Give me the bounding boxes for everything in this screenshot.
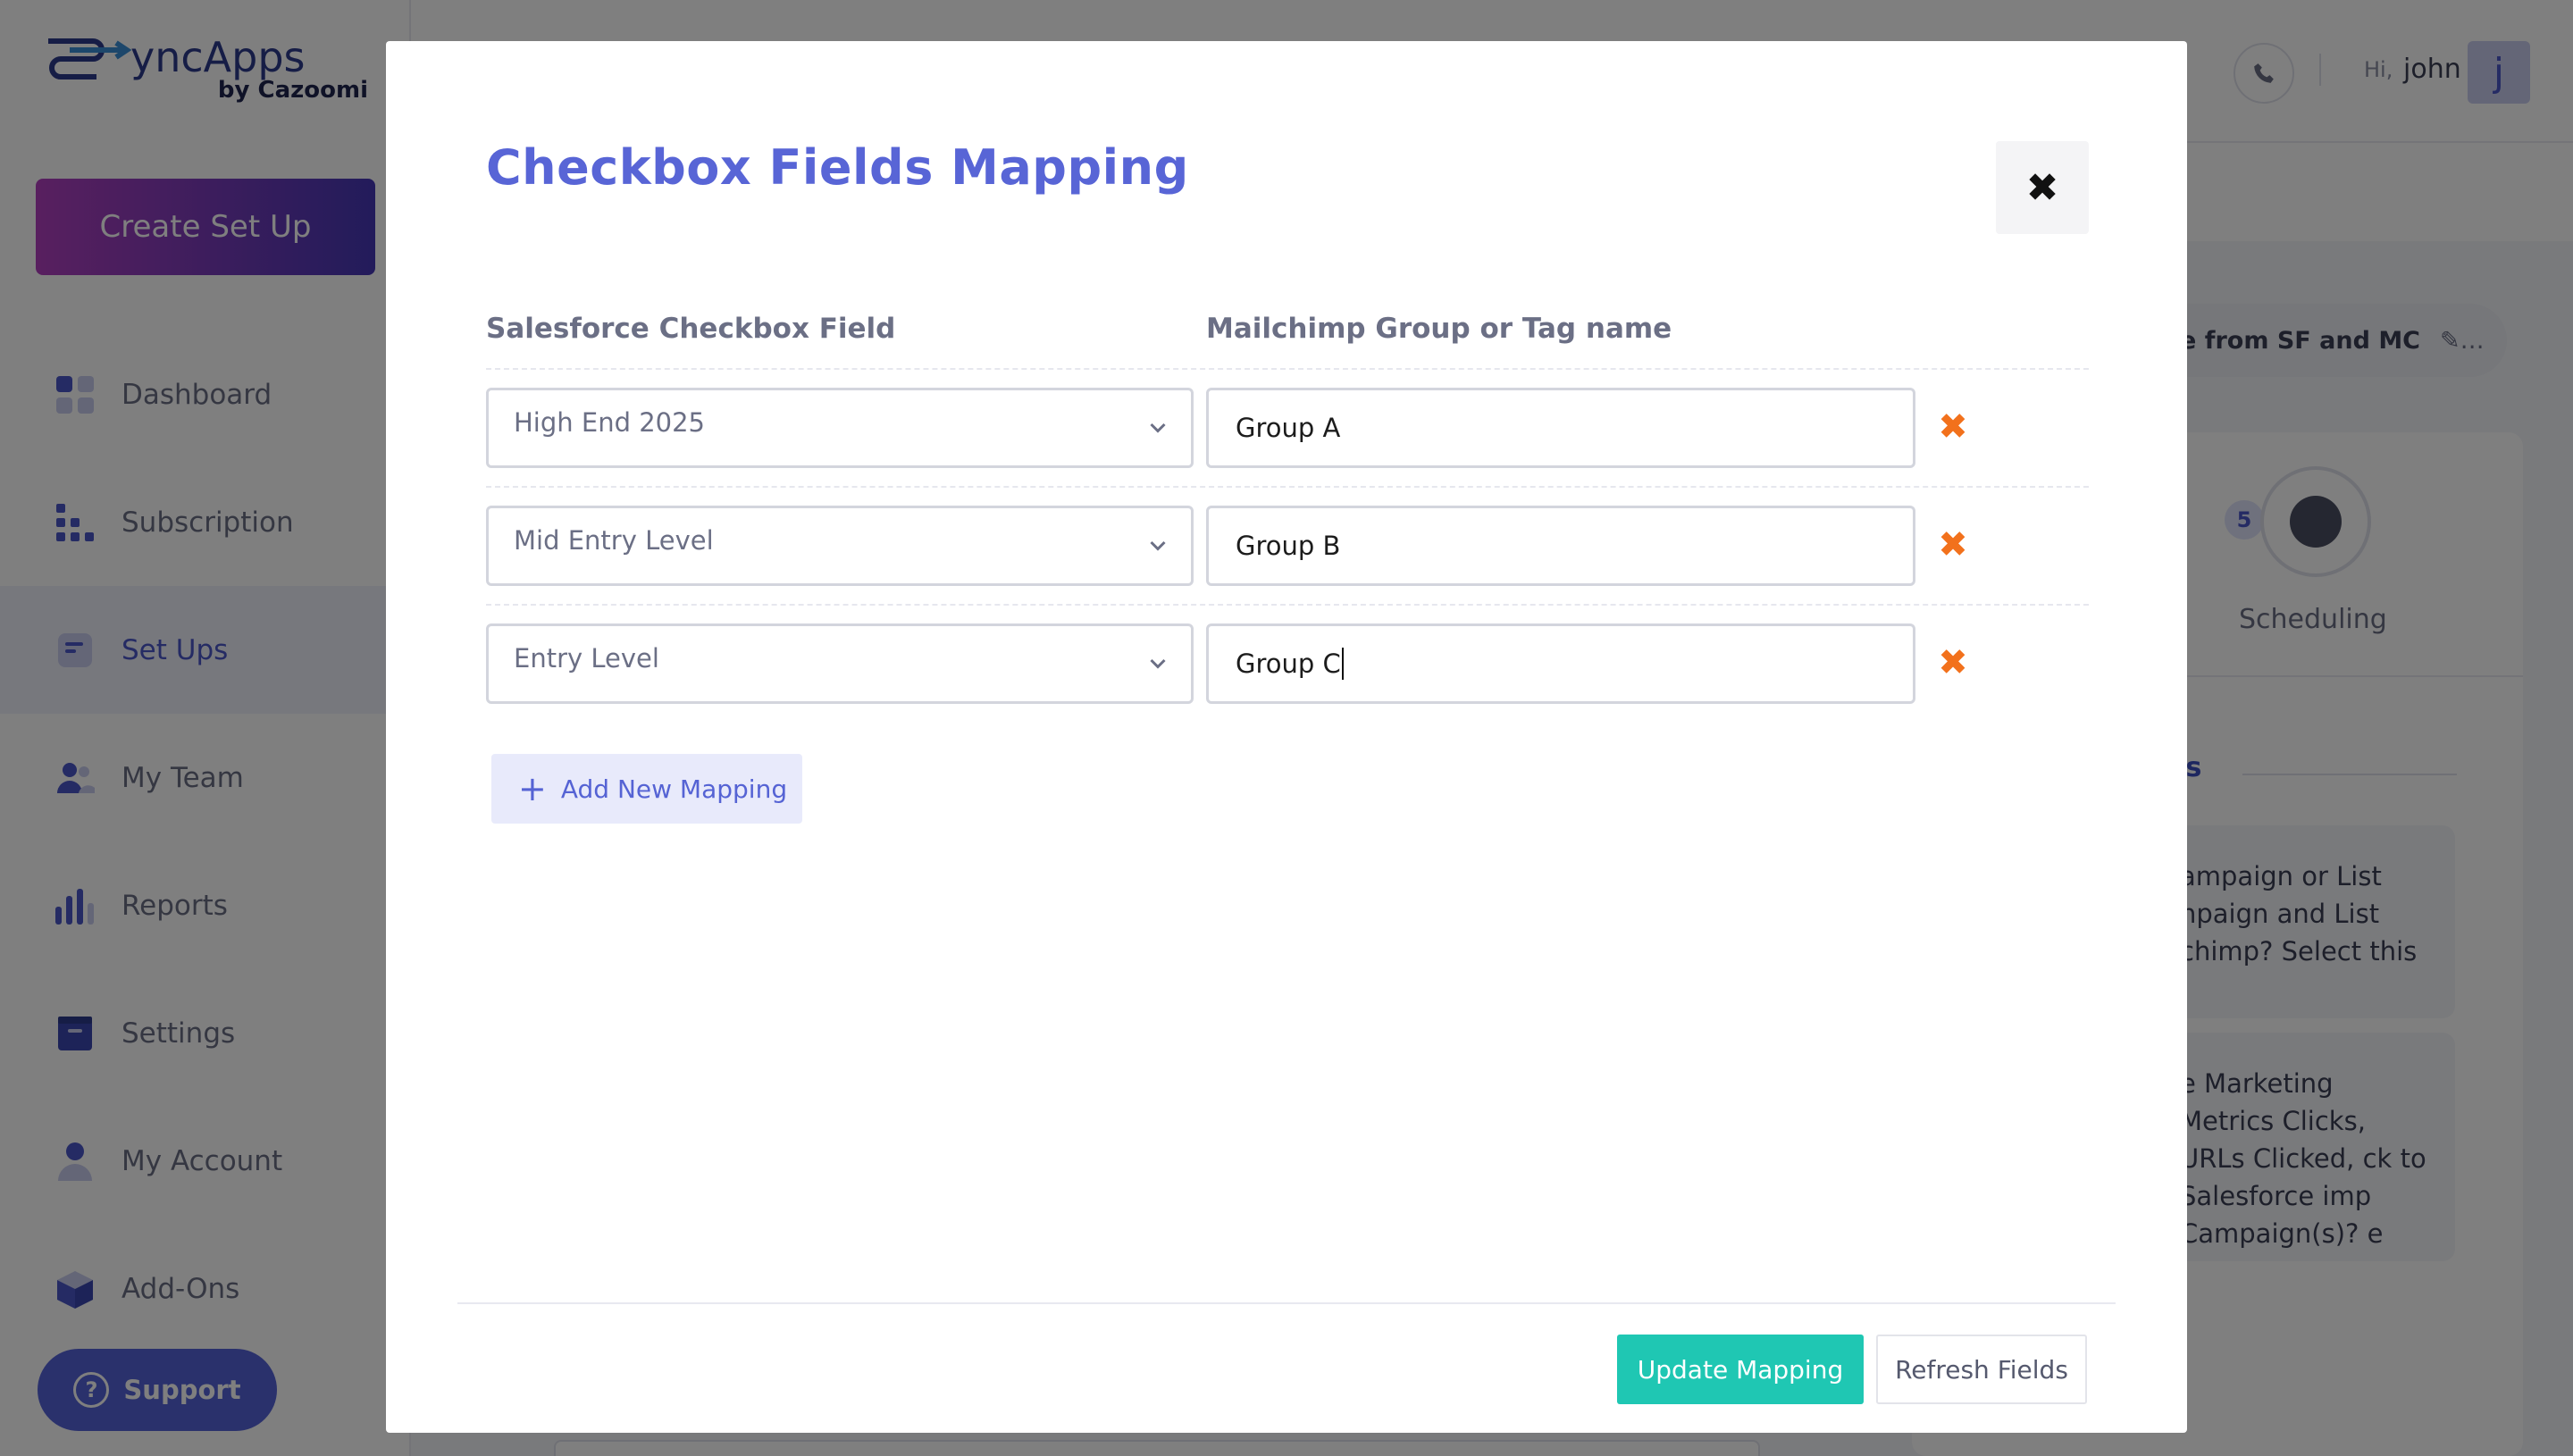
mailchimp-group-input[interactable]: Group C xyxy=(1206,623,1915,704)
input-value: Group C xyxy=(1236,649,1341,679)
footer-divider xyxy=(457,1302,2116,1304)
salesforce-field-select[interactable]: Mid Entry Level xyxy=(486,506,1194,586)
input-value: Group A xyxy=(1236,413,1341,443)
delete-mapping-icon[interactable]: ✖ xyxy=(1935,406,1971,448)
column-header-mailchimp: Mailchimp Group or Tag name xyxy=(1206,313,1672,345)
checkbox-mapping-modal: Checkbox Fields Mapping ✖ Salesforce Che… xyxy=(386,41,2187,1433)
row-divider xyxy=(486,368,2089,370)
row-divider xyxy=(486,604,2089,606)
chevron-down-icon xyxy=(1150,658,1166,669)
add-mapping-label: Add New Mapping xyxy=(560,774,788,804)
column-header-salesforce: Salesforce Checkbox Field xyxy=(486,313,896,345)
delete-mapping-icon[interactable]: ✖ xyxy=(1935,524,1971,565)
select-value: Entry Level xyxy=(514,643,659,674)
plus-icon: + xyxy=(518,769,547,808)
delete-mapping-icon[interactable]: ✖ xyxy=(1935,642,1971,683)
mailchimp-group-input[interactable]: Group B xyxy=(1206,506,1915,586)
add-new-mapping-button[interactable]: + Add New Mapping xyxy=(491,754,802,824)
refresh-fields-button[interactable]: Refresh Fields xyxy=(1876,1335,2087,1404)
chevron-down-icon xyxy=(1150,423,1166,433)
chevron-down-icon xyxy=(1150,540,1166,551)
select-value: High End 2025 xyxy=(514,407,706,438)
mailchimp-group-input[interactable]: Group A xyxy=(1206,388,1915,468)
close-button[interactable]: ✖ xyxy=(1996,141,2089,234)
row-divider xyxy=(486,486,2089,488)
select-value: Mid Entry Level xyxy=(514,525,714,556)
salesforce-field-select[interactable]: Entry Level xyxy=(486,623,1194,704)
update-mapping-button[interactable]: Update Mapping xyxy=(1617,1335,1864,1404)
close-icon: ✖ xyxy=(2025,164,2059,211)
salesforce-field-select[interactable]: High End 2025 xyxy=(486,388,1194,468)
text-caret xyxy=(1341,648,1344,680)
input-value: Group B xyxy=(1236,531,1341,561)
modal-title: Checkbox Fields Mapping xyxy=(486,139,1189,196)
